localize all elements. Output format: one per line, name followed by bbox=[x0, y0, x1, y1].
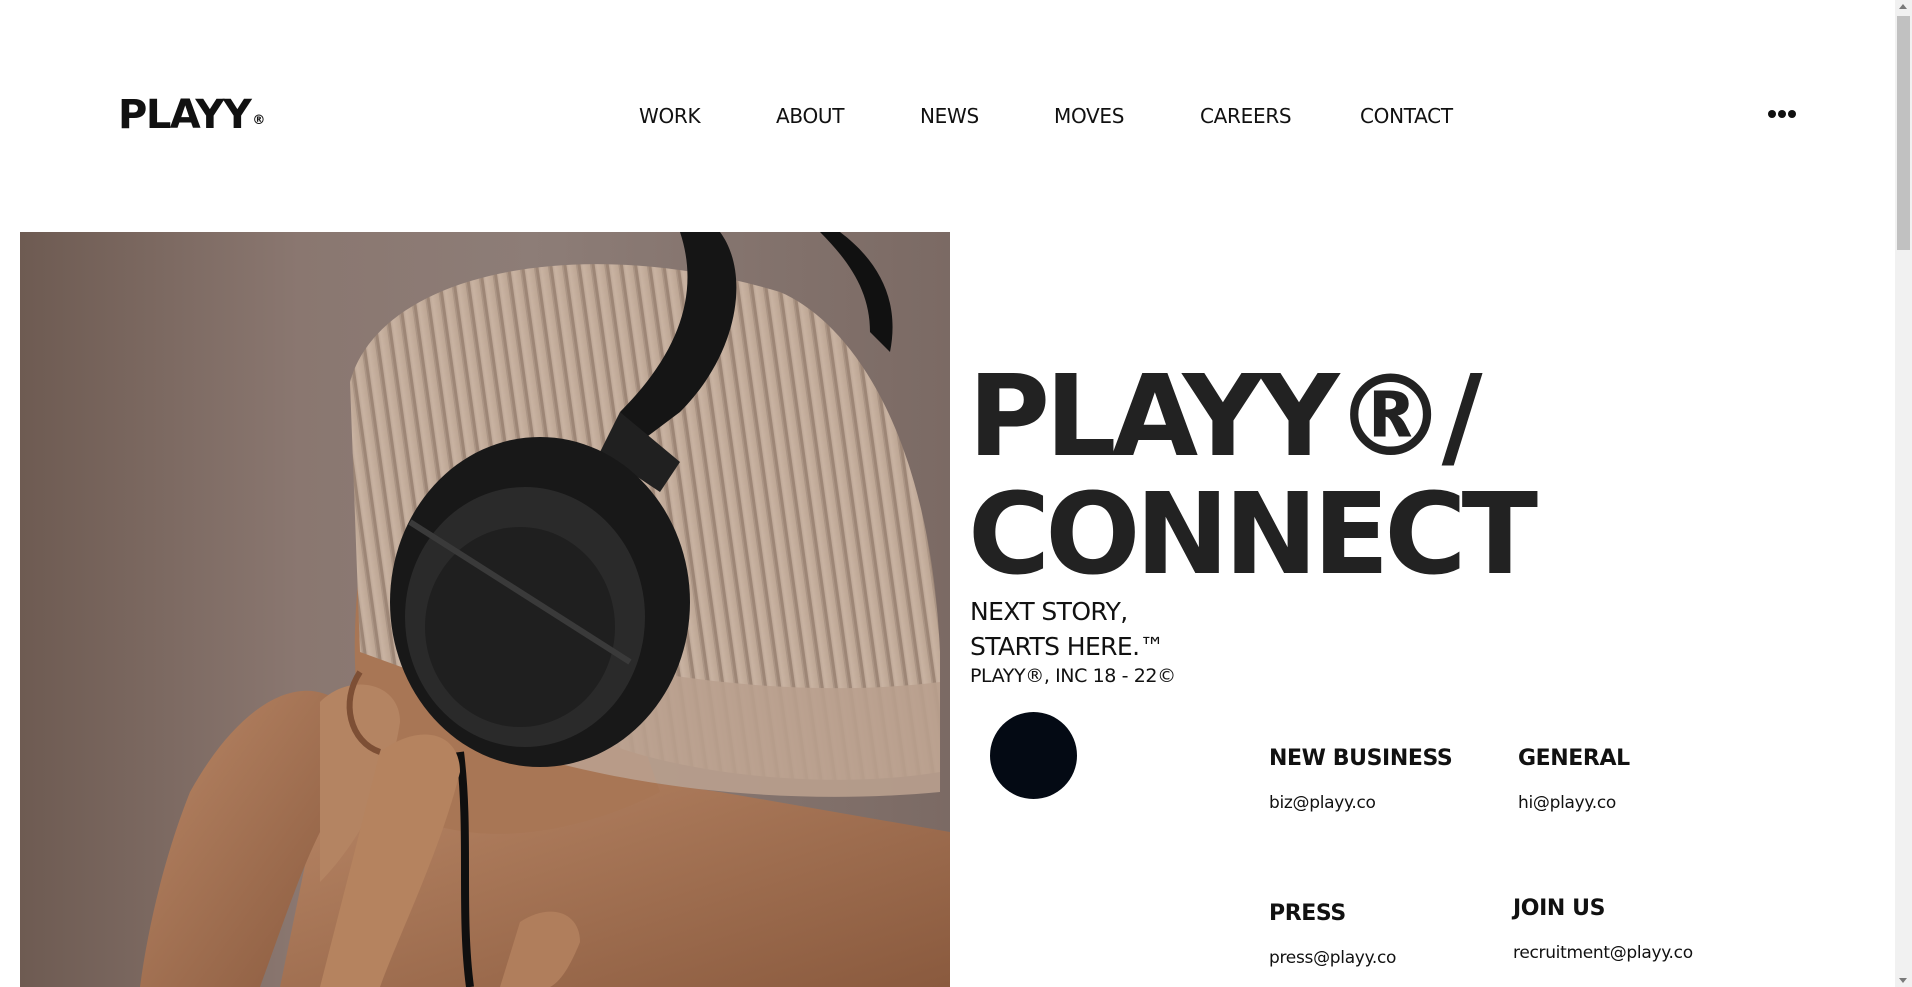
person-with-headphones-illustration bbox=[140, 232, 950, 987]
scrollbar-thumb[interactable] bbox=[1897, 16, 1910, 250]
ellipsis-icon-dot bbox=[1788, 110, 1796, 118]
hero-photo bbox=[20, 232, 950, 987]
contact-press: PRESS press@playy.co bbox=[1269, 901, 1396, 968]
tagline-line-1: NEXT STORY, bbox=[970, 597, 1128, 626]
logo-registered-mark: ® bbox=[252, 113, 266, 128]
contact-general: GENERAL hi@playy.co bbox=[1518, 746, 1630, 813]
page-scrollbar[interactable] bbox=[1895, 0, 1912, 987]
hero-headline: PLAYY®/ CONNECT bbox=[968, 358, 1538, 594]
scroll-up-arrow-icon[interactable] bbox=[1899, 4, 1907, 9]
hero-tagline: NEXT STORY, STARTS HERE.™ bbox=[970, 594, 1164, 664]
contact-heading: NEW BUSINESS bbox=[1269, 746, 1453, 771]
copyright-text: PLAYY®, INC 18 - 22© bbox=[970, 665, 1176, 687]
ellipsis-icon-dot bbox=[1778, 110, 1786, 118]
tagline-line-2: STARTS HERE.™ bbox=[970, 632, 1164, 661]
headline-line-2: CONNECT bbox=[968, 470, 1538, 600]
contact-email-link[interactable]: recruitment@playy.co bbox=[1513, 943, 1693, 963]
contact-email-link[interactable]: press@playy.co bbox=[1269, 948, 1396, 968]
contact-join-us: JOIN US recruitment@playy.co bbox=[1513, 896, 1693, 963]
contact-new-business: NEW BUSINESS biz@playy.co bbox=[1269, 746, 1453, 813]
contact-heading: JOIN US bbox=[1513, 896, 1606, 921]
nav-moves[interactable]: MOVES bbox=[1054, 104, 1124, 128]
logo-text: PLAYY bbox=[118, 92, 252, 138]
headline-line-1: PLAYY®/ bbox=[968, 352, 1483, 482]
nav-careers[interactable]: CAREERS bbox=[1200, 104, 1292, 128]
contact-heading: GENERAL bbox=[1518, 746, 1630, 771]
more-menu-button[interactable] bbox=[1768, 110, 1798, 120]
logo[interactable]: PLAYY ® bbox=[118, 92, 265, 138]
circle-button[interactable] bbox=[990, 712, 1077, 799]
scroll-down-arrow-icon[interactable] bbox=[1899, 978, 1907, 983]
contact-heading: PRESS bbox=[1269, 901, 1346, 926]
nav-about[interactable]: ABOUT bbox=[776, 104, 844, 128]
nav-news[interactable]: NEWS bbox=[920, 104, 979, 128]
ellipsis-icon bbox=[1768, 110, 1776, 118]
nav-contact[interactable]: CONTACT bbox=[1360, 104, 1453, 128]
contact-email-link[interactable]: biz@playy.co bbox=[1269, 793, 1452, 813]
contact-email-link[interactable]: hi@playy.co bbox=[1518, 793, 1630, 813]
nav-work[interactable]: WORK bbox=[639, 104, 701, 128]
